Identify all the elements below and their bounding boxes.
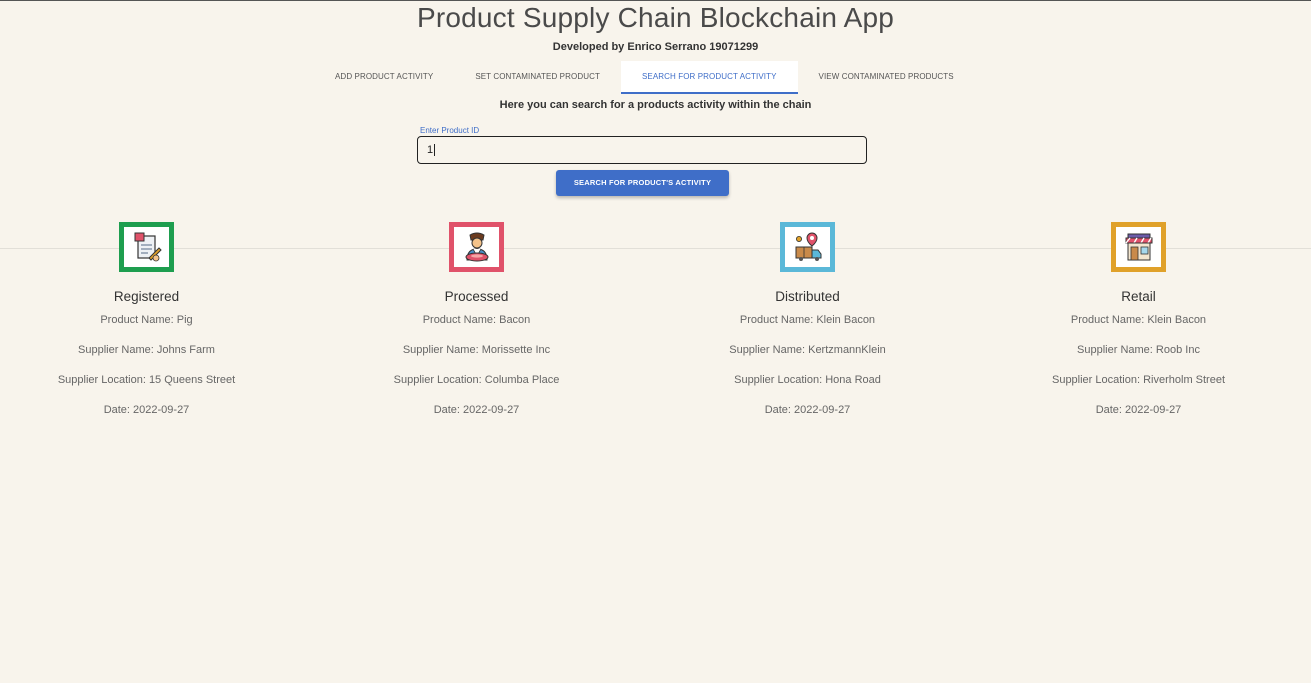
product-name: Product Name: Bacon (422, 314, 531, 326)
supplier-name: Supplier Name: Roob Inc (1077, 344, 1200, 356)
stage-title: Distributed (775, 289, 840, 304)
stage-processed: Processed Product Name: Bacon Supplier N… (311, 222, 642, 418)
top-border (0, 0, 1311, 1)
stage-date: Date: 2022-09-27 (103, 404, 190, 416)
page-title: Product Supply Chain Blockchain App (416, 2, 895, 33)
product-id-value: 1 (427, 144, 434, 156)
page-subtitle: Developed by Enrico Serrano 19071299 (552, 41, 759, 53)
supplier-location: Supplier Location: Columba Place (393, 374, 560, 386)
product-name: Product Name: Klein Bacon (1070, 314, 1207, 326)
tab-set-contaminated-product[interactable]: SET CONTAMINATED PRODUCT (454, 61, 621, 94)
tab-add-product-activity[interactable]: ADD PRODUCT ACTIVITY (314, 61, 454, 94)
stage-title: Processed (444, 289, 509, 304)
butcher-icon (449, 222, 504, 272)
delivery-location-icon (780, 222, 835, 272)
storefront-icon (1111, 222, 1166, 272)
document-signing-icon (119, 222, 174, 272)
product-id-input[interactable]: 1 (417, 136, 867, 164)
product-id-label: Enter Product ID (420, 126, 480, 135)
supplier-location: Supplier Location: 15 Queens Street (57, 374, 236, 386)
stage-date: Date: 2022-09-27 (433, 404, 520, 416)
product-name: Product Name: Pig (100, 314, 193, 326)
supplier-name: Supplier Name: KertzmannKlein (729, 344, 886, 356)
stage-date: Date: 2022-09-27 (764, 404, 851, 416)
supplier-name: Supplier Name: Morissette Inc (402, 344, 551, 356)
text-caret (434, 144, 436, 157)
search-intro-text: Here you can search for a products activ… (499, 99, 812, 111)
stage-title: Registered (113, 289, 180, 304)
stage-date: Date: 2022-09-27 (1095, 404, 1182, 416)
tab-view-contaminated-products[interactable]: VIEW CONTAMINATED PRODUCTS (798, 61, 975, 94)
tab-bar: ADD PRODUCT ACTIVITY SET CONTAMINATED PR… (314, 61, 975, 94)
supplier-name: Supplier Name: Johns Farm (78, 344, 215, 356)
search-product-activity-button[interactable]: SEARCH FOR PRODUCT'S ACTIVITY (556, 170, 729, 196)
supplier-location: Supplier Location: Riverholm Street (1051, 374, 1226, 386)
stage-retail: Retail Product Name: Klein Bacon Supplie… (973, 222, 1304, 418)
tab-search-product-activity[interactable]: SEARCH FOR PRODUCT ACTIVITY (620, 61, 798, 94)
supplier-location: Supplier Location: Hona Road (734, 374, 881, 386)
product-name: Product Name: Klein Bacon (739, 314, 876, 326)
stage-distributed: Distributed Product Name: Klein Bacon Su… (642, 222, 973, 418)
stage-registered: Registered Product Name: Pig Supplier Na… (0, 222, 312, 418)
stage-title: Retail (1121, 289, 1156, 304)
